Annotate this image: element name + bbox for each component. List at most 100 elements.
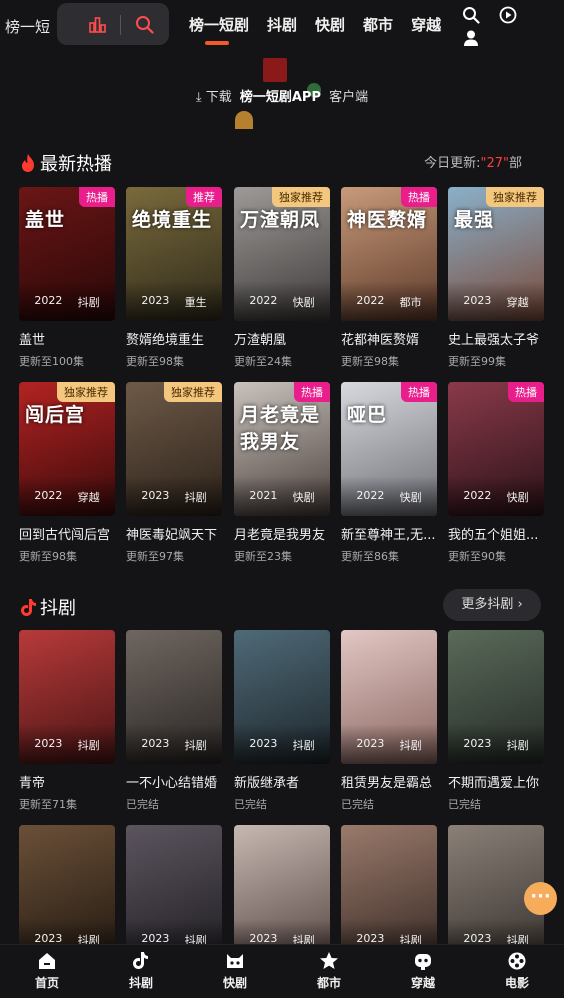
drama-poster[interactable]: 月老竟是我男友 热播 2021 快剧 [234,382,330,516]
drama-title[interactable]: 租赁男友是霸总 [341,772,437,791]
poster-year: 2022 [356,294,385,307]
drama-title[interactable]: 回到古代闯后宫 [19,524,115,543]
drama-title[interactable]: 月老竟是我男友 [234,524,330,543]
drama-title[interactable]: 新至尊神王,无... [341,524,437,543]
drama-card[interactable]: 2023 抖剧 青帝 更新至71集 [19,630,115,812]
drama-poster[interactable]: 独家推荐 2023 抖剧 [126,382,222,516]
drama-card[interactable]: 2023 抖剧 [19,825,115,959]
drama-card[interactable]: 绝境重生 推荐 2023 重生赘婿绝境重生更新至98集 [126,187,222,369]
brand-name[interactable]: 榜一短 [5,16,50,37]
tab-bangyi[interactable]: 榜一短剧 [189,14,249,45]
download-app-bar[interactable]: ⤓ 下载 榜一短剧APP 客户端 [0,86,564,105]
poster-title-art: 神医赘婿 [347,209,428,231]
drama-poster[interactable]: 2023 抖剧 [448,630,544,764]
today-unit: 部 [508,156,522,171]
top-nav: 榜一短剧 抖剧 快剧 都市 穿越 [189,14,459,45]
drama-poster[interactable]: 2023 抖剧 [126,630,222,764]
tab-douju[interactable]: 抖剧 [267,14,297,35]
drama-title[interactable]: 不期而遇爱上你 [448,772,544,791]
bottom-nav-dushi[interactable]: 都市 [282,945,376,998]
poster-title-art: 最强 [454,209,495,231]
drama-episode-status: 更新至100集 [19,355,84,368]
drama-title[interactable]: 我的五个姐姐... [448,524,544,543]
drama-poster[interactable]: 2023 抖剧 [341,630,437,764]
poster-badge: 独家推荐 [57,382,115,402]
more-options-button[interactable]: ··· [524,882,557,915]
bottom-nav-kuaiju[interactable]: 快剧 [188,945,282,998]
drama-poster[interactable]: 2023 抖剧 [341,825,437,959]
drama-poster[interactable]: 神医赘婿 热播 2022 都市 [341,187,437,321]
drama-card[interactable]: 哑巴 热播 2022 快剧 新至尊神王,无... 更新至86集 [341,382,437,564]
drama-poster[interactable]: 闯后宫 独家推荐 2022 穿越 [19,382,115,516]
poster-title-art: 月老竟是我男友 [240,404,321,453]
drama-poster[interactable]: 热播 2022 快剧 [448,382,544,516]
drama-poster[interactable]: 2023 抖剧 [19,630,115,764]
user-icon[interactable] [462,29,480,47]
drama-title[interactable]: 万渣朝凰 [234,329,330,348]
download-icon: ⤓ [195,90,202,105]
play-history-icon[interactable] [499,6,517,24]
search-icon[interactable] [462,6,480,24]
drama-title[interactable]: 一不小心结错婚 [126,772,222,791]
poster-title-art: 盖世 [25,209,66,231]
drama-poster[interactable]: 2023 抖剧 [234,825,330,959]
drama-card[interactable]: 神医赘婿 热播 2022 都市 花都神医赘婿 更新至98集 [341,187,437,369]
search-icon[interactable] [135,15,154,34]
drama-poster[interactable]: 万渣朝凤 独家推荐 2022 快剧 [234,187,330,321]
film-reel-icon [508,952,526,970]
poster-meta: 2022 快剧 [234,294,330,310]
bottom-nav-douju[interactable]: 抖剧 [94,945,188,998]
drama-title[interactable]: 盖世 [19,329,115,348]
tab-kuaiju[interactable]: 快剧 [315,14,345,35]
tab-chuanyue[interactable]: 穿越 [411,14,441,35]
drama-episode-status: 更新至98集 [341,355,399,368]
search-box[interactable] [57,3,169,45]
drama-poster[interactable]: 盖世 热播 2022 抖剧 [19,187,115,321]
bottom-nav-label: 快剧 [222,976,247,990]
drama-card[interactable]: 2023 抖剧 不期而遇爱上你 已完结 [448,630,544,812]
drama-episode-status: 更新至98集 [126,355,184,368]
bottom-nav-chuanyue[interactable]: 穿越 [376,945,470,998]
drama-card[interactable]: 独家推荐 2023 抖剧 神医毒妃飒天下 更新至97集 [126,382,222,564]
drama-title[interactable]: 史上最强太子爷 [448,329,544,348]
bottom-nav-movie[interactable]: 电影 [470,945,564,998]
drama-card[interactable]: 2023 抖剧 一不小心结错婚 已完结 [126,630,222,812]
section-title-douju: 抖剧 [19,594,76,620]
drama-card[interactable]: 月老竟是我男友 热播 2021 快剧 月老竟是我男友 更新至23集 [234,382,330,564]
drama-card[interactable]: 万渣朝凤 独家推荐 2022 快剧 万渣朝凰 更新至24集 [234,187,330,369]
drama-poster[interactable]: 最强 独家推荐 2023 穿越 [448,187,544,321]
drama-poster[interactable]: 2023 抖剧 [126,825,222,959]
drama-poster[interactable]: 2023 抖剧 [19,825,115,959]
drama-poster[interactable]: 2023 抖剧 [234,630,330,764]
poster-meta: 2023 抖剧 [341,737,437,753]
drama-title[interactable]: 花都神医赘婿 [341,329,437,348]
drama-card[interactable]: 2023 抖剧 租赁男友是霸总 已完结 [341,630,437,812]
drama-card[interactable]: 2023 抖剧 [126,825,222,959]
poster-year: 2023 [356,737,385,750]
poster-genre: 抖剧 [77,296,100,309]
more-douju-button[interactable]: 更多抖剧 › [443,589,541,621]
poster-badge: 热播 [401,187,437,207]
drama-title[interactable]: 神医毒妃飒天下 [126,524,222,543]
drama-poster[interactable]: 哑巴 热播 2022 快剧 [341,382,437,516]
drama-card[interactable]: 2023 抖剧 [341,825,437,959]
drama-title[interactable]: 赘婿绝境重生 [126,329,222,348]
drama-card[interactable]: 最强 独家推荐 2023 穿越 史上最强太子爷 更新至99集 [448,187,544,369]
poster-meta: 2022 抖剧 [19,294,115,310]
drama-card[interactable]: 2023 抖剧 [234,825,330,959]
drama-poster[interactable]: 绝境重生 推荐 2023 重生 [126,187,222,321]
drama-card[interactable]: 热播 2022 快剧 我的五个姐姐... 更新至90集 [448,382,544,564]
poster-genre: 快剧 [292,491,315,504]
drama-title[interactable]: 青帝 [19,772,115,791]
drama-card[interactable]: 盖世 热播 2022 抖剧 盖世 更新至100集 [19,187,115,369]
bottom-nav-home[interactable]: 首页 [0,945,94,998]
tab-dushi[interactable]: 都市 [363,14,393,35]
drama-card[interactable]: 闯后宫 独家推荐 2022 穿越 回到古代闯后宫 更新至98集 [19,382,115,564]
drama-card[interactable]: 2023 抖剧 新版继承者 已完结 [234,630,330,812]
poster-meta: 2022 快剧 [341,489,437,505]
poster-genre: 穿越 [77,491,100,504]
drama-title[interactable]: 新版继承者 [234,772,330,791]
poster-badge: 独家推荐 [486,187,544,207]
poster-year: 2022 [34,294,63,307]
ranking-icon[interactable] [89,16,106,33]
